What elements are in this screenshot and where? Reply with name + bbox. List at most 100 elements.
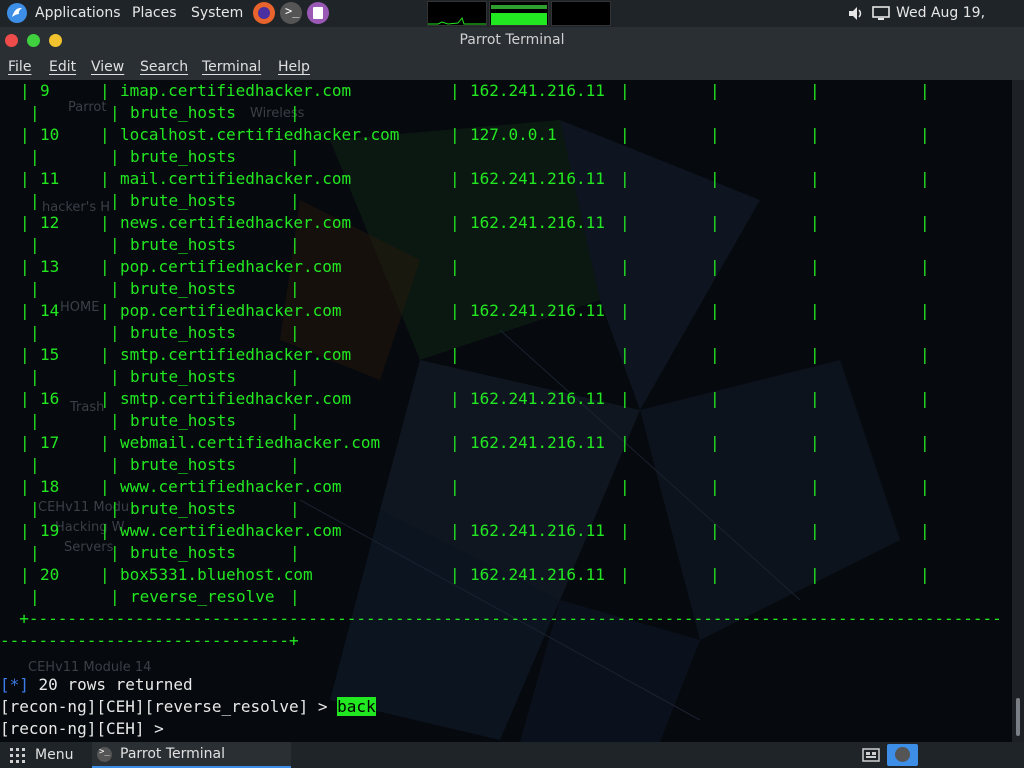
table-row-continuation: | | brute_hosts |: [0, 234, 1012, 256]
volume-icon[interactable]: [847, 5, 865, 22]
menu-help[interactable]: Help: [278, 54, 310, 80]
table-separator: |: [810, 345, 820, 364]
table-separator: |: [620, 345, 630, 364]
table-separator: |: [110, 543, 120, 562]
results-table: | 9 | imap.certifiedhacker.com | 162.241.216.…: [0, 80, 1012, 608]
table-separator: |: [100, 257, 110, 276]
display-icon[interactable]: [872, 6, 890, 21]
status-line: [*] 20 rows returned: [0, 674, 1012, 696]
menu-edit[interactable]: Edit: [49, 54, 76, 80]
status-tag: [*]: [0, 675, 29, 694]
table-separator: |: [30, 147, 40, 166]
cell-ip: 162.241.216.11: [470, 169, 605, 188]
table-separator: |: [920, 565, 930, 584]
table-row-continuation: | | brute_hosts |: [0, 366, 1012, 388]
cell-module: brute_hosts: [130, 235, 236, 254]
cell-ip: 162.241.216.11: [470, 565, 605, 584]
table-separator: |: [30, 543, 40, 562]
table-separator: |: [110, 499, 120, 518]
table-separator: |: [290, 191, 300, 210]
cell-host: pop.certifiedhacker.com: [120, 257, 342, 276]
terminal-output[interactable]: Parrot Wireless hacker's H HOME Trash CE…: [0, 80, 1012, 742]
minimize-button[interactable]: [49, 34, 62, 47]
table-separator: |: [810, 521, 820, 540]
table-separator: |: [30, 103, 40, 122]
close-button[interactable]: [5, 34, 18, 47]
menu-search[interactable]: Search: [140, 54, 188, 80]
prompt-line: [recon-ng][CEH][reverse_resolve] > back: [0, 696, 1012, 718]
table-separator: |: [20, 301, 30, 320]
cell-host: box5331.bluehost.com: [120, 565, 313, 584]
table-separator: |: [450, 433, 460, 452]
places-menu[interactable]: Places: [132, 0, 177, 27]
menu-view[interactable]: View: [91, 54, 124, 80]
table-separator: |: [20, 389, 30, 408]
table-separator: |: [290, 103, 300, 122]
table-separator: |: [810, 389, 820, 408]
memory-monitor: [489, 1, 549, 26]
prompt-text: [recon-ng][CEH] >: [0, 719, 174, 738]
table-separator: |: [450, 257, 460, 276]
table-separator: |: [30, 411, 40, 430]
table-separator: |: [30, 191, 40, 210]
cell-module: brute_hosts: [130, 499, 236, 518]
table-separator: |: [920, 389, 930, 408]
cell-host: imap.certifiedhacker.com: [120, 81, 352, 100]
applications-menu[interactable]: Applications: [35, 0, 121, 27]
cell-id: 11: [40, 169, 60, 188]
table-separator: |: [710, 169, 720, 188]
table-separator: |: [450, 169, 460, 188]
table-separator: |: [920, 477, 930, 496]
cell-module: brute_hosts: [130, 543, 236, 562]
table-separator: |: [290, 279, 300, 298]
menu-button[interactable]: Menu: [35, 742, 73, 768]
cell-module: brute_hosts: [130, 323, 236, 342]
table-separator: |: [100, 213, 110, 232]
table-separator: |: [20, 477, 30, 496]
taskbar-item-terminal[interactable]: >_ Parrot Terminal: [92, 742, 291, 768]
table-separator: |: [20, 169, 30, 188]
terminal-icon[interactable]: >_: [280, 2, 302, 24]
firefox-icon[interactable]: [253, 2, 275, 24]
text-editor-icon[interactable]: [307, 2, 329, 24]
cell-ip: 162.241.216.11: [470, 213, 605, 232]
window-titlebar[interactable]: Parrot Terminal: [0, 27, 1024, 54]
table-separator: |: [110, 323, 120, 342]
table-separator: |: [110, 103, 120, 122]
cell-id: 18: [40, 477, 60, 496]
terminal-scrollbar[interactable]: [1012, 80, 1024, 742]
table-separator: |: [710, 125, 720, 144]
cell-id: 16: [40, 389, 60, 408]
table-row: | 12 | news.certifiedhacker.com | 162.241.216…: [0, 212, 1012, 234]
table-separator: |: [620, 169, 630, 188]
table-separator: |: [100, 433, 110, 452]
table-separator: |: [100, 477, 110, 496]
table-separator: |: [620, 389, 630, 408]
table-separator: |: [100, 301, 110, 320]
table-row-continuation: | | reverse_resolve |: [0, 586, 1012, 608]
menu-file[interactable]: File: [8, 54, 31, 80]
workspace-switcher-icon[interactable]: [862, 747, 880, 763]
table-separator: |: [810, 433, 820, 452]
bottom-panel: Menu >_ Parrot Terminal: [0, 742, 1024, 768]
active-workspace-indicator[interactable]: [887, 744, 918, 766]
table-separator: |: [30, 323, 40, 342]
cell-ip: 127.0.0.1: [470, 125, 557, 144]
table-row: | 11 | mail.certifiedhacker.com | 162.241.216…: [0, 168, 1012, 190]
prompt-line[interactable]: [recon-ng][CEH] >: [0, 718, 1012, 740]
cell-module: brute_hosts: [130, 455, 236, 474]
system-menu[interactable]: System: [191, 0, 243, 27]
cell-id: 19: [40, 521, 60, 540]
table-separator: |: [290, 499, 300, 518]
clock[interactable]: Wed Aug 19, 05:43: [896, 0, 1024, 48]
maximize-button[interactable]: [27, 34, 40, 47]
menu-terminal[interactable]: Terminal: [202, 54, 261, 80]
cell-module: brute_hosts: [130, 279, 236, 298]
table-separator: |: [710, 389, 720, 408]
menu-grid-icon[interactable]: [10, 748, 26, 764]
cell-id: 10: [40, 125, 60, 144]
scrollbar-thumb[interactable]: [1016, 698, 1020, 736]
table-separator: |: [450, 477, 460, 496]
table-separator: |: [100, 521, 110, 540]
parrot-logo-icon[interactable]: [6, 2, 28, 24]
